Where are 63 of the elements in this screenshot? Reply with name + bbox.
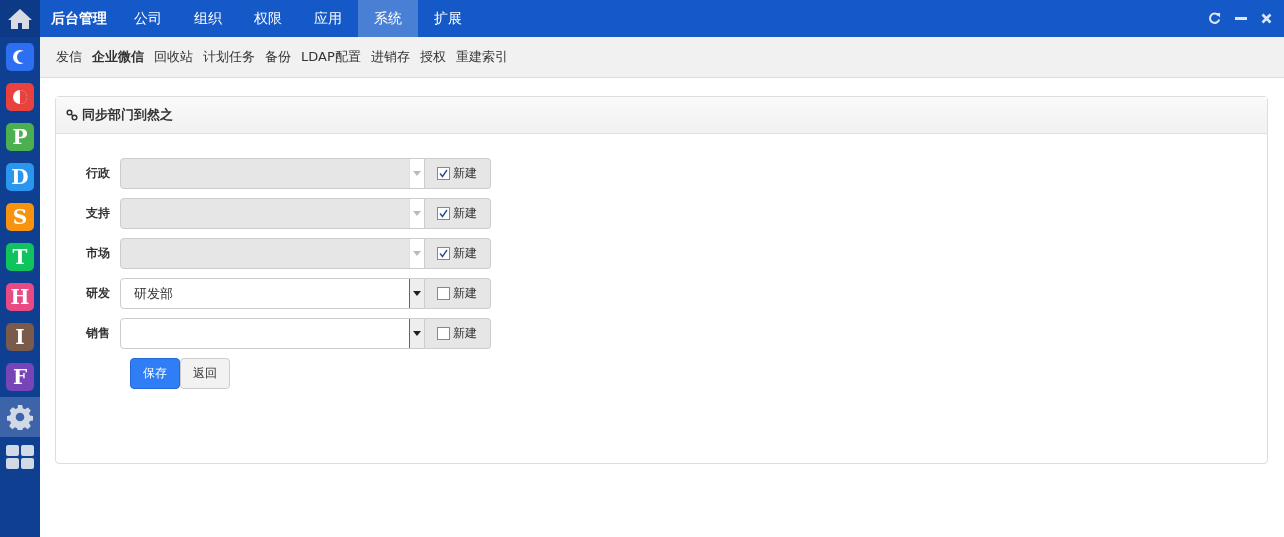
app-launcher[interactable]: H	[0, 277, 40, 317]
minimize-button[interactable]	[1235, 16, 1247, 21]
refresh-button[interactable]	[1208, 12, 1221, 25]
app-icon: P	[6, 123, 34, 151]
checkbox-addon[interactable]: 新建	[425, 318, 491, 349]
subnav-link[interactable]: 备份	[260, 48, 296, 66]
subnav-link[interactable]: 进销存	[365, 48, 415, 66]
subnav-link[interactable]: LDAP配置	[296, 48, 366, 66]
home-icon	[7, 7, 33, 30]
minimize-icon	[1235, 16, 1247, 21]
checkbox-addon[interactable]: 新建	[425, 278, 491, 309]
nav-tab[interactable]: 公司	[118, 0, 178, 37]
grid-icon	[6, 445, 34, 469]
subnav-link[interactable]: 重建索引	[450, 48, 513, 66]
app-icon: F	[6, 363, 34, 391]
subnav-link[interactable]: 回收站	[149, 48, 198, 66]
app-icon: D	[6, 163, 34, 191]
refresh-icon	[1208, 12, 1221, 25]
nav-tab[interactable]: 扩展	[418, 0, 478, 37]
app-icon: I	[6, 323, 34, 351]
caret-icon	[413, 251, 421, 256]
checkbox[interactable]	[437, 287, 450, 300]
caret-icon	[413, 211, 421, 216]
link-icon	[66, 109, 78, 121]
app-launcher[interactable]: I	[0, 317, 40, 357]
nav-tab[interactable]: 权限	[238, 0, 298, 37]
checkbox[interactable]	[437, 327, 450, 340]
field-label: 研发	[85, 285, 111, 302]
field-label: 销售	[85, 325, 111, 342]
checkbox-label: 新建	[453, 205, 477, 222]
settings-icon	[7, 404, 33, 430]
subnav-link[interactable]: 发信	[51, 48, 87, 66]
select-field[interactable]	[120, 318, 425, 349]
app-launcher[interactable]	[0, 397, 40, 437]
home-button[interactable]	[0, 0, 40, 37]
field-label: 支持	[85, 205, 111, 222]
checkbox-label: 新建	[453, 165, 477, 182]
checkbox-label: 新建	[453, 325, 477, 342]
primary-button[interactable]: 保存	[130, 358, 180, 389]
close-icon	[1261, 13, 1272, 24]
nav-tab[interactable]: 系统	[358, 0, 418, 37]
subnav-link[interactable]: 计划任务	[198, 48, 260, 66]
caret-icon	[413, 171, 421, 176]
close-button[interactable]	[1261, 13, 1272, 24]
app-launcher[interactable]: F	[0, 357, 40, 397]
nav-tab[interactable]: 应用	[298, 0, 358, 37]
app-icon: T	[6, 243, 34, 271]
app-icon: S	[6, 203, 34, 231]
panel-title: 同步部门到然之	[82, 106, 173, 124]
caret-icon	[413, 331, 421, 336]
select-value: 研发部	[134, 285, 173, 301]
field-label: 行政	[85, 165, 111, 182]
subnav-link[interactable]: 授权	[414, 48, 451, 66]
select-field[interactable]: 研发部	[120, 278, 425, 309]
field-label: 市场	[85, 245, 111, 262]
caret-icon	[413, 291, 421, 296]
subnav-link[interactable]: 企业微信	[87, 48, 149, 66]
brand-title: 后台管理	[50, 8, 108, 28]
checkbox-label: 新建	[453, 245, 477, 262]
checkbox-label: 新建	[453, 285, 477, 302]
nav-tab[interactable]: 组织	[178, 0, 238, 37]
secondary-button[interactable]: 返回	[180, 358, 230, 389]
app-icon: H	[6, 283, 34, 311]
